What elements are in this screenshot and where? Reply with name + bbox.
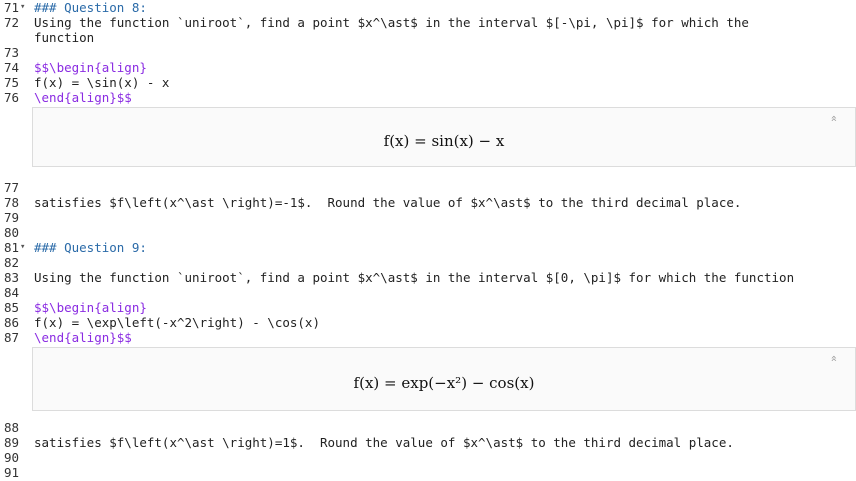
line-number: 85 [4,300,20,315]
editor-line[interactable]: 83 Using the function `uniroot`, find a p… [0,270,856,285]
line-number: 89 [4,435,20,450]
editor-line[interactable]: 91 [0,465,856,480]
collapse-preview-icon[interactable]: » [827,355,840,362]
editor-line[interactable]: 79 [0,210,856,225]
editor-line[interactable]: 82 [0,255,856,270]
editor-line[interactable]: 81 ▾ ### Question 9: [0,240,856,255]
line-text[interactable]: function [34,30,94,45]
editor-line[interactable]: 85 $$\begin{align} [0,300,856,315]
fold-toggle-icon[interactable]: ▾ [20,240,25,255]
line-number: 82 [4,255,20,270]
line-text[interactable]: $$\begin{align} [34,60,147,75]
editor-line[interactable]: 74 $$\begin{align} [0,60,856,75]
line-number: 88 [4,420,20,435]
line-text[interactable]: \end{align}$$ [34,330,132,345]
line-text[interactable]: satisfies $f\left(x^\ast \right)=1$. Rou… [34,435,734,450]
math-render: f(x) = sin(x) − x [383,132,505,150]
line-number: 90 [4,450,20,465]
editor-line[interactable]: 80 [0,225,856,240]
line-number: 75 [4,75,20,90]
line-number: 79 [4,210,20,225]
line-text[interactable]: f(x) = \sin(x) - x [34,75,169,90]
line-text[interactable]: ### Question 9: [34,240,147,255]
line-number: 77 [4,180,20,195]
line-number: 73 [4,45,20,60]
line-number: 83 [4,270,20,285]
editor-line[interactable]: function [0,30,856,45]
editor-line[interactable]: 78 satisfies $f\left(x^\ast \right)=-1$. … [0,195,856,210]
line-number: 78 [4,195,20,210]
source-editor[interactable]: 71 ▾ ### Question 8: 72 Using the function `… [0,0,856,481]
editor-line[interactable]: 86 f(x) = \exp\left(-x^2\right) - \cos(x) [0,315,856,330]
line-text[interactable]: f(x) = \exp\left(-x^2\right) - \cos(x) [34,315,320,330]
editor-line[interactable]: 90 [0,450,856,465]
editor-line[interactable]: 71 ▾ ### Question 8: [0,0,856,15]
editor-line[interactable]: 89 satisfies $f\left(x^\ast \right)=1$. R… [0,435,856,450]
line-number: 74 [4,60,20,75]
editor-line[interactable]: 77 [0,180,856,195]
line-text[interactable]: \end{align}$$ [34,90,132,105]
line-number: 87 [4,330,20,345]
line-number: 84 [4,285,20,300]
line-text[interactable]: satisfies $f\left(x^\ast \right)=-1$. Ro… [34,195,741,210]
line-number: 72 [4,15,20,30]
line-text[interactable]: $$\begin{align} [34,300,147,315]
line-number: 91 [4,465,20,480]
line-number: 80 [4,225,20,240]
editor-line[interactable]: 87 \end{align}$$ [0,330,856,345]
line-number: 86 [4,315,20,330]
editor-line[interactable]: 73 [0,45,856,60]
line-text[interactable]: Using the function `uniroot`, find a poi… [34,15,749,30]
editor-line[interactable]: 76 \end{align}$$ [0,90,856,105]
math-preview-q8: f(x) = sin(x) − x » [32,107,856,167]
editor-line[interactable]: 84 [0,285,856,300]
line-number: 76 [4,90,20,105]
editor-line[interactable]: 72 Using the function `uniroot`, find a p… [0,15,856,30]
math-render: f(x) = exp(−x²) − cos(x) [353,374,535,392]
line-text[interactable]: ### Question 8: [34,0,147,15]
collapse-preview-icon[interactable]: » [827,115,840,122]
editor-line[interactable]: 88 [0,420,856,435]
line-text[interactable]: Using the function `uniroot`, find a poi… [34,270,794,285]
editor-line[interactable]: 75 f(x) = \sin(x) - x [0,75,856,90]
math-preview-q9: f(x) = exp(−x²) − cos(x) » [32,347,856,411]
fold-toggle-icon[interactable]: ▾ [20,0,25,15]
